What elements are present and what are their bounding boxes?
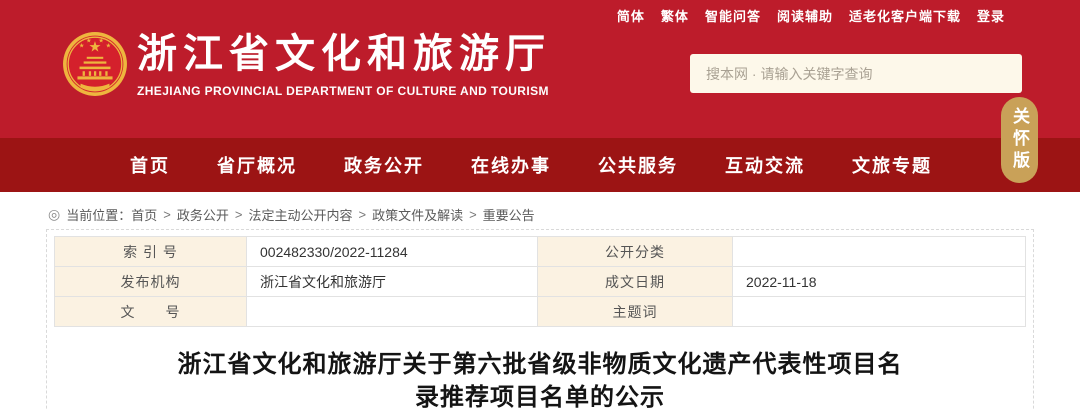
nav-item-home[interactable]: 首页 (130, 152, 170, 178)
national-emblem-icon: ★ ★ ★ ★ ★ (63, 32, 127, 96)
breadcrumb-item-statutory-disclosure[interactable]: 法定主动公开内容 (248, 205, 352, 224)
brand-text: 浙江省文化和旅游厅 ZHEJIANG PROVINCIAL DEPARTMENT… (137, 31, 551, 98)
info-value-index-number: 002482330/2022-11284 (247, 237, 538, 267)
utility-bar: 简体 繁体 智能问答 阅读辅助 适老化客户端下载 登录 (617, 0, 1005, 30)
nav-item-government-affairs[interactable]: 政务公开 (344, 152, 424, 178)
site-header: 简体 繁体 智能问答 阅读辅助 适老化客户端下载 登录 ★ ★ ★ ★ ★ 浙江… (0, 0, 1080, 138)
document-title-line2: 录推荐项目名单的公示 (415, 384, 665, 409)
nav-item-online-services[interactable]: 在线办事 (471, 152, 551, 178)
breadcrumb-separator: > (358, 206, 367, 222)
breadcrumb: ◎ 当前位置： 首页 > 政务公开 > 法定主动公开内容 > 政策文件及解读 >… (48, 205, 1080, 223)
site-logo-link[interactable]: ★ ★ ★ ★ ★ 浙江省文化和旅游厅 ZHEJIANG PROVINCIAL … (62, 31, 551, 98)
breadcrumb-separator: > (234, 206, 243, 222)
article-container: 索 引 号 002482330/2022-11284 公开分类 发布机构 浙江省… (46, 229, 1034, 409)
site-title: 浙江省文化和旅游厅 (137, 32, 551, 76)
info-label-public-category: 公开分类 (538, 237, 733, 267)
info-value-date-of-writing: 2022-11-18 (733, 267, 1026, 297)
topbar-link-reading-aid[interactable]: 阅读辅助 (777, 6, 833, 25)
search-input[interactable] (690, 54, 1022, 93)
nav-item-department-overview[interactable]: 省厅概况 (217, 152, 297, 178)
info-value-document-number (247, 297, 538, 327)
svg-text:★: ★ (86, 37, 92, 44)
breadcrumb-item-home[interactable]: 首页 (131, 205, 157, 224)
topbar-link-login[interactable]: 登录 (977, 6, 1005, 25)
info-label-index-number: 索 引 号 (55, 237, 247, 267)
main-navigation: 首页 省厅概况 政务公开 在线办事 公共服务 互动交流 文旅专题 (0, 138, 1080, 192)
nav-item-public-services[interactable]: 公共服务 (598, 152, 678, 178)
info-label-issuing-agency: 发布机构 (55, 267, 247, 297)
site-title-english: ZHEJIANG PROVINCIAL DEPARTMENT OF CULTUR… (137, 84, 549, 98)
topbar-link-simplified[interactable]: 简体 (617, 6, 645, 25)
topbar-link-elderly-client-download[interactable]: 适老化客户端下载 (849, 6, 961, 25)
svg-text:★: ★ (98, 37, 104, 44)
breadcrumb-separator: > (163, 206, 171, 222)
care-mode-button[interactable]: 关怀版 (1001, 97, 1038, 183)
breadcrumb-separator: > (469, 206, 477, 222)
info-value-public-category (733, 237, 1026, 267)
breadcrumb-item-important-notices[interactable]: 重要公告 (483, 205, 535, 224)
info-label-document-number: 文 号 (55, 297, 247, 327)
site-search-box (690, 54, 1022, 93)
topbar-link-traditional[interactable]: 繁体 (661, 6, 689, 25)
svg-text:★: ★ (106, 43, 112, 50)
info-value-subject-words (733, 297, 1026, 327)
document-title-line1: 浙江省文化和旅游厅关于第六批省级非物质文化遗产代表性项目名 (177, 351, 903, 378)
nav-item-culture-tourism-topics[interactable]: 文旅专题 (852, 152, 932, 178)
breadcrumb-item-government-affairs[interactable]: 政务公开 (177, 205, 229, 224)
nav-item-interaction[interactable]: 互动交流 (725, 152, 805, 178)
document-title: 浙江省文化和旅游厅关于第六批省级非物质文化遗产代表性项目名 录推荐项目名单的公示 (54, 348, 1026, 409)
location-icon: ◎ (48, 206, 61, 222)
breadcrumb-prefix: 当前位置： (66, 207, 132, 223)
info-value-issuing-agency: 浙江省文化和旅游厅 (247, 267, 538, 297)
info-label-subject-words: 主题词 (538, 297, 733, 327)
document-info-table: 索 引 号 002482330/2022-11284 公开分类 发布机构 浙江省… (54, 236, 1026, 327)
svg-text:★: ★ (79, 43, 85, 50)
topbar-link-smart-qa[interactable]: 智能问答 (705, 6, 761, 25)
info-label-date-of-writing: 成文日期 (538, 267, 733, 297)
breadcrumb-item-policy-documents[interactable]: 政策文件及解读 (372, 205, 463, 224)
